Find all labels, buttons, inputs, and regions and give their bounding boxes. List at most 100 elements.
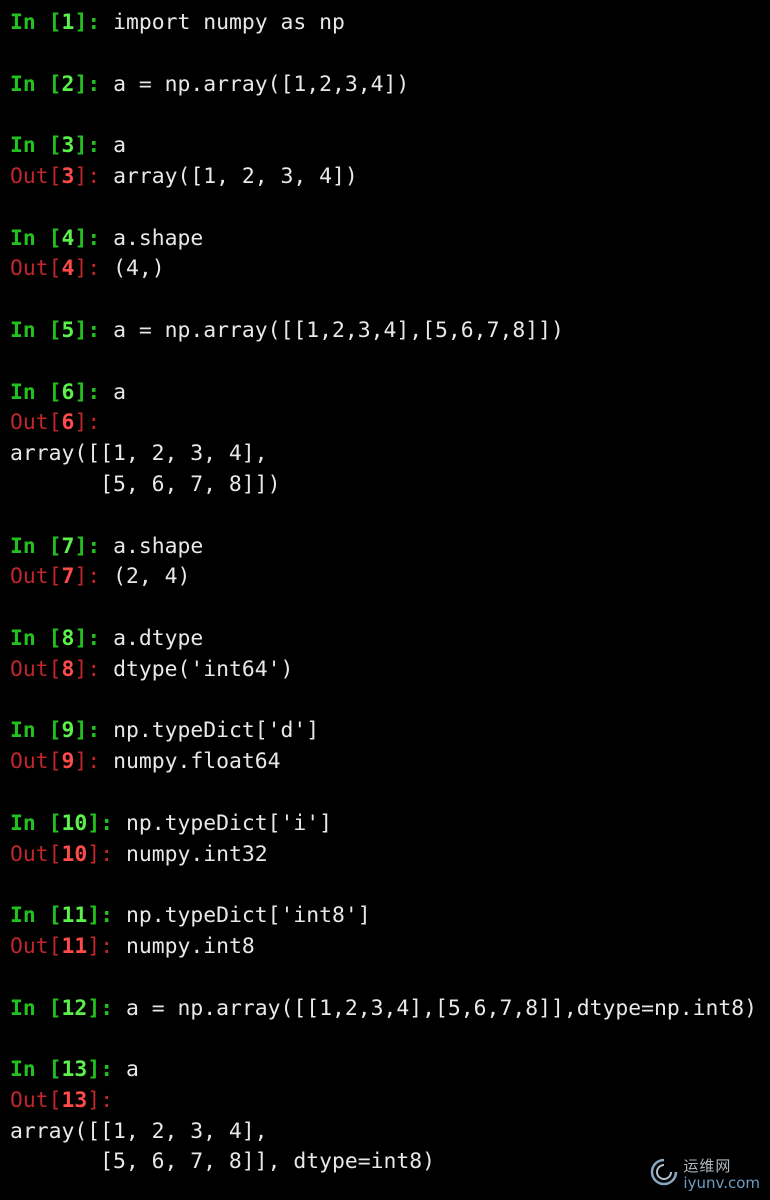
output-text: array([[1, 2, 3, 4], bbox=[10, 441, 268, 467]
prompt-colon: : bbox=[87, 533, 114, 559]
execution-count: 13 bbox=[61, 1057, 88, 1083]
output-line: Out[7]: (2, 4) bbox=[10, 562, 770, 593]
input-code[interactable]: np.typeDict['d'] bbox=[113, 718, 319, 743]
input-line: In [4]: a.shape bbox=[10, 224, 770, 255]
swirl-logo-icon bbox=[649, 1157, 679, 1192]
execution-count: 6 bbox=[61, 379, 75, 405]
input-code[interactable]: a bbox=[113, 380, 126, 405]
prompt-close-bracket: ] bbox=[87, 841, 101, 867]
in-prompt-label: In bbox=[10, 810, 36, 836]
input-code[interactable]: a.shape bbox=[113, 226, 203, 251]
prompt-open-bracket: [ bbox=[48, 903, 62, 929]
execution-count: 8 bbox=[61, 625, 75, 651]
prompt-open-bracket: [ bbox=[48, 1057, 62, 1083]
input-code[interactable]: a = np.array([1,2,3,4]) bbox=[113, 72, 409, 97]
input-line: In [8]: a.dtype bbox=[10, 624, 770, 655]
prompt-colon: : bbox=[87, 71, 114, 97]
in-prompt-label: In bbox=[10, 225, 36, 251]
prompt-colon: : bbox=[87, 410, 114, 436]
output-line: Out[3]: array([1, 2, 3, 4]) bbox=[10, 162, 770, 193]
input-line: In [1]: import numpy as np bbox=[10, 8, 770, 39]
prompt-close-bracket: ] bbox=[74, 10, 88, 35]
execution-count: 4 bbox=[61, 225, 75, 251]
in-prompt-label: In bbox=[10, 379, 36, 405]
output-text: numpy.int8 bbox=[125, 933, 255, 959]
prompt-close-bracket: ] bbox=[74, 317, 88, 343]
prompt-close-bracket: ] bbox=[87, 903, 101, 929]
prompt-open-bracket: [ bbox=[48, 841, 62, 867]
prompt-open-bracket: [ bbox=[48, 564, 62, 590]
execution-count: 2 bbox=[61, 71, 75, 97]
prompt-colon: : bbox=[87, 256, 114, 282]
input-code[interactable]: import numpy as np bbox=[113, 10, 345, 35]
output-continuation-line: array([[1, 2, 3, 4], bbox=[10, 439, 770, 470]
prompt-colon: : bbox=[87, 625, 114, 651]
out-prompt-label: Out bbox=[10, 163, 49, 189]
input-code[interactable]: a = np.array([[1,2,3,4],[5,6,7,8]]) bbox=[113, 318, 564, 343]
prompt-colon: : bbox=[100, 903, 126, 929]
prompt-close-bracket: ] bbox=[74, 410, 88, 436]
prompt-close-bracket: ] bbox=[87, 1057, 101, 1083]
ipython-terminal[interactable]: In [1]: import numpy as np In [2]: a = n… bbox=[10, 8, 770, 1178]
output-text: array([[1, 2, 3, 4], bbox=[10, 1118, 268, 1144]
input-code[interactable]: a = np.array([[1,2,3,4],[5,6,7,8]],dtype… bbox=[126, 996, 757, 1021]
out-prompt-label: Out bbox=[10, 749, 49, 775]
prompt-colon: : bbox=[100, 810, 126, 836]
prompt-open-bracket: [ bbox=[48, 656, 62, 682]
input-code[interactable]: a bbox=[113, 133, 126, 158]
execution-count: 6 bbox=[61, 410, 75, 436]
prompt-close-bracket: ] bbox=[87, 933, 101, 959]
execution-count: 12 bbox=[61, 995, 88, 1021]
execution-count: 1 bbox=[61, 10, 75, 35]
execution-count: 13 bbox=[61, 1087, 88, 1113]
prompt-open-bracket: [ bbox=[48, 163, 62, 189]
input-line: In [10]: np.typeDict['i'] bbox=[10, 809, 770, 840]
out-prompt-label: Out bbox=[10, 933, 49, 959]
prompt-colon: : bbox=[87, 10, 114, 35]
input-line: In [9]: np.typeDict['d'] bbox=[10, 716, 770, 747]
output-line: Out[13]: bbox=[10, 1086, 770, 1117]
prompt-close-bracket: ] bbox=[74, 749, 88, 775]
input-code[interactable]: a.dtype bbox=[113, 626, 203, 651]
in-prompt-label: In bbox=[10, 995, 36, 1021]
in-prompt-label: In bbox=[10, 71, 36, 97]
input-line: In [7]: a.shape bbox=[10, 532, 770, 563]
prompt-open-bracket: [ bbox=[48, 933, 62, 959]
output-text: numpy.int32 bbox=[125, 841, 268, 867]
prompt-colon: : bbox=[87, 317, 114, 343]
prompt-close-bracket: ] bbox=[87, 1087, 101, 1113]
prompt-close-bracket: ] bbox=[74, 718, 88, 744]
prompt-open-bracket: [ bbox=[48, 317, 62, 343]
prompt-colon: : bbox=[100, 933, 126, 959]
input-code[interactable]: np.typeDict['int8'] bbox=[126, 903, 371, 928]
execution-count: 3 bbox=[61, 133, 75, 159]
prompt-colon: : bbox=[100, 1057, 126, 1083]
execution-count: 7 bbox=[61, 564, 75, 590]
execution-count: 11 bbox=[61, 903, 88, 929]
prompt-open-bracket: [ bbox=[48, 625, 62, 651]
in-prompt-label: In bbox=[10, 533, 36, 559]
input-code[interactable]: a.shape bbox=[113, 534, 203, 559]
prompt-colon: : bbox=[100, 841, 126, 867]
prompt-open-bracket: [ bbox=[48, 225, 62, 251]
input-line: In [6]: a bbox=[10, 378, 770, 409]
out-prompt-label: Out bbox=[10, 256, 49, 282]
out-prompt-label: Out bbox=[10, 841, 49, 867]
output-line: Out[4]: (4,) bbox=[10, 254, 770, 285]
prompt-open-bracket: [ bbox=[48, 410, 62, 436]
prompt-close-bracket: ] bbox=[74, 163, 88, 189]
watermark-url: iyunv.com bbox=[683, 1173, 760, 1192]
input-code[interactable]: a bbox=[126, 1057, 139, 1082]
prompt-open-bracket: [ bbox=[48, 71, 62, 97]
prompt-colon: : bbox=[100, 1087, 126, 1113]
input-code[interactable]: np.typeDict['i'] bbox=[126, 811, 332, 836]
prompt-colon: : bbox=[87, 564, 114, 590]
in-prompt-label: In bbox=[10, 10, 36, 35]
prompt-open-bracket: [ bbox=[48, 10, 62, 35]
execution-count: 5 bbox=[61, 317, 75, 343]
